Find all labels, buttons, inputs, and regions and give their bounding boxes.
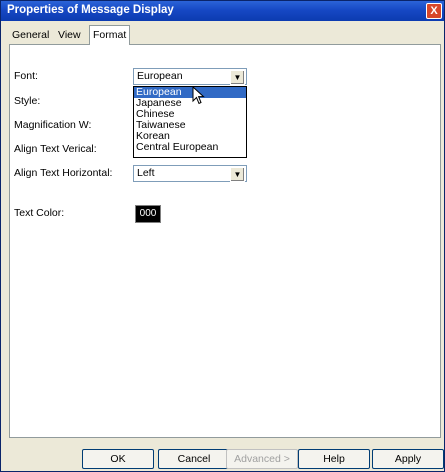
font-select[interactable]: European ▼ bbox=[133, 68, 247, 85]
magnification-label: Magnification W: bbox=[14, 119, 92, 131]
font-select-value: European bbox=[137, 70, 183, 82]
tab-view[interactable]: View bbox=[55, 27, 84, 43]
tab-general[interactable]: General bbox=[9, 27, 52, 43]
properties-dialog: Properties of Message Display X General … bbox=[0, 0, 445, 472]
tab-format[interactable]: Format bbox=[89, 25, 131, 45]
chevron-down-icon[interactable]: ▼ bbox=[230, 70, 245, 85]
align-horizontal-value: Left bbox=[137, 167, 155, 179]
align-horizontal-select[interactable]: Left ▼ bbox=[133, 165, 247, 182]
title-bar[interactable]: Properties of Message Display X bbox=[1, 1, 444, 21]
font-option[interactable]: Central European bbox=[134, 142, 246, 153]
font-label: Font: bbox=[14, 70, 38, 82]
advanced-button[interactable]: Advanced > bbox=[226, 449, 298, 469]
align-vertical-label: Align Text Verical: bbox=[14, 143, 97, 155]
close-icon[interactable]: X bbox=[426, 3, 442, 19]
text-color-swatch[interactable]: 000 bbox=[135, 205, 161, 223]
window-title: Properties of Message Display bbox=[7, 4, 174, 16]
ok-button[interactable]: OK bbox=[82, 449, 154, 469]
chevron-down-icon[interactable]: ▼ bbox=[230, 167, 245, 182]
align-horizontal-label: Align Text Horizontal: bbox=[14, 167, 113, 179]
style-label: Style: bbox=[14, 95, 41, 107]
apply-button[interactable]: Apply bbox=[372, 449, 444, 469]
text-color-label: Text Color: bbox=[14, 207, 65, 219]
help-button[interactable]: Help bbox=[298, 449, 370, 469]
font-dropdown-list: European Japanese Chinese Taiwanese Kore… bbox=[133, 86, 247, 158]
cancel-button[interactable]: Cancel bbox=[158, 449, 230, 469]
mouse-cursor-icon bbox=[192, 86, 205, 105]
